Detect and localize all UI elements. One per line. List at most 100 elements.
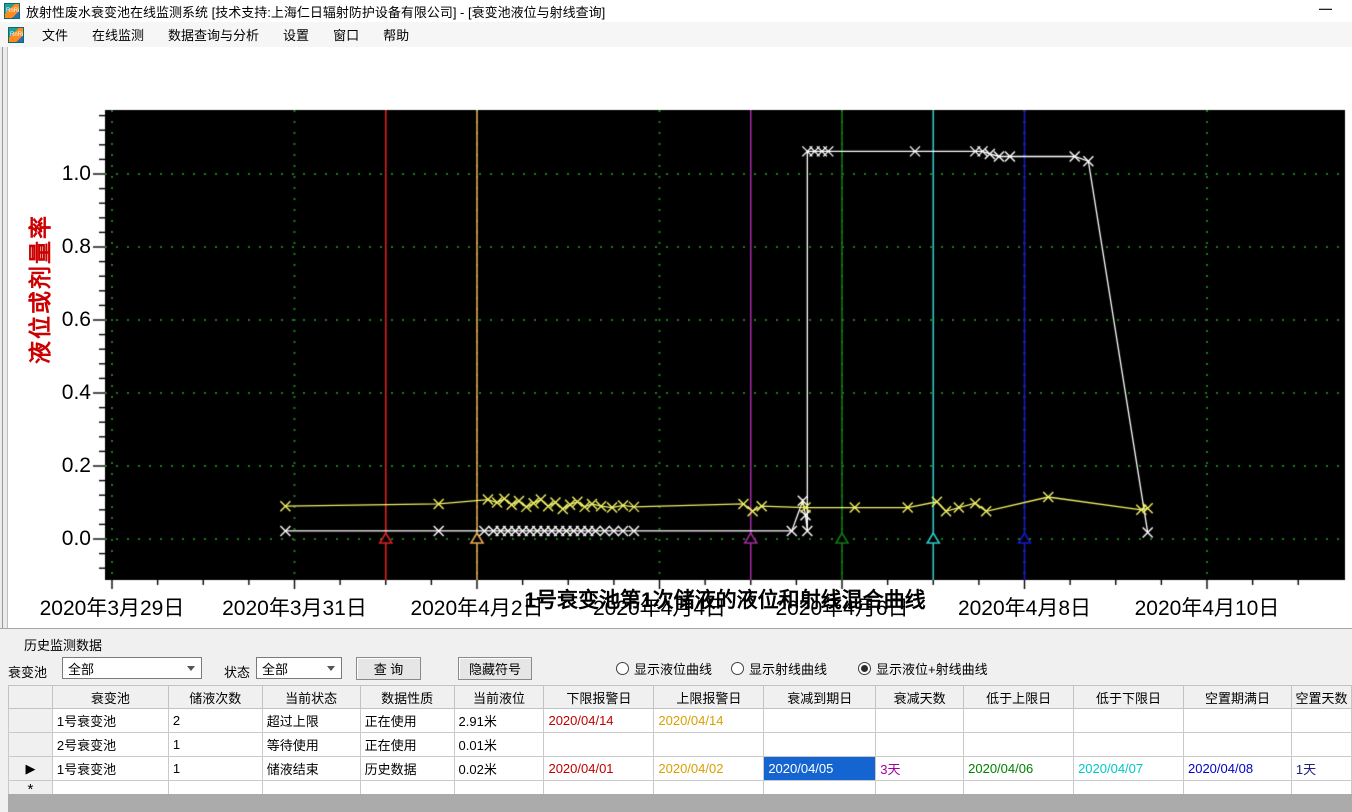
radio-label: 显示液位+射线曲线 <box>876 662 988 677</box>
x-tick-label: 2020年3月31日 <box>222 597 367 620</box>
table-cell[interactable]: 1天 <box>1290 756 1352 781</box>
table-cell[interactable] <box>875 732 965 757</box>
table-cell[interactable]: 0.02米 <box>453 756 545 781</box>
status-filter-select[interactable]: 全部 <box>256 657 342 679</box>
column-header-下限报警日[interactable]: 下限报警日 <box>543 685 655 709</box>
radio-label: 显示射线曲线 <box>749 662 828 677</box>
row-selector[interactable] <box>8 708 53 733</box>
table-cell[interactable]: 1号衰变池 <box>51 756 169 781</box>
table-cell[interactable]: 1 <box>167 732 263 757</box>
table-cell[interactable]: 2020/04/01 <box>543 756 655 781</box>
menu-item-0[interactable]: 文件 <box>30 21 80 48</box>
column-header-衰减天数[interactable]: 衰减天数 <box>875 685 965 709</box>
column-header-空置天数[interactable]: 空置天数 <box>1290 685 1352 709</box>
table-cell[interactable]: 2.91米 <box>453 708 545 733</box>
table-cell[interactable]: 2020/04/14 <box>543 708 655 733</box>
table-cell[interactable] <box>1182 708 1292 733</box>
radio-display-mode-2[interactable]: 显示液位+射线曲线 <box>858 659 988 678</box>
chevron-down-icon <box>187 666 195 671</box>
menu-item-5[interactable]: 帮助 <box>371 21 421 48</box>
column-header-数据性质[interactable]: 数据性质 <box>359 685 455 709</box>
y-tick-label: 0.0 <box>61 527 91 550</box>
chart-title: 1号衰变池第1次储液的液位和射线混合曲线 <box>524 589 926 612</box>
table-cell[interactable] <box>1073 708 1184 733</box>
table-cell[interactable] <box>763 732 877 757</box>
pool-filter-label: 衰变池 <box>8 665 48 680</box>
menu-item-4[interactable]: 窗口 <box>321 21 371 48</box>
menu-bar: 文件在线监测数据查询与分析设置窗口帮助 <box>0 22 1352 48</box>
table-cell[interactable]: 3天 <box>875 756 965 781</box>
y-tick-label: 1.0 <box>61 162 91 185</box>
table-cell[interactable] <box>1182 732 1292 757</box>
column-header-衰减到期日[interactable]: 衰减到期日 <box>763 685 877 709</box>
y-tick-label: 0.2 <box>61 454 91 477</box>
pool-filter-value: 全部 <box>68 661 95 677</box>
column-header-低于下限日[interactable]: 低于下限日 <box>1073 685 1184 709</box>
radio-display-mode-0[interactable]: 显示液位曲线 <box>616 659 712 678</box>
column-header-selector[interactable] <box>8 685 53 709</box>
column-header-当前状态[interactable]: 当前状态 <box>261 685 361 709</box>
table-cell[interactable]: 2020/04/14 <box>653 708 765 733</box>
query-button[interactable]: 查 询 <box>356 657 421 680</box>
hide-symbols-button[interactable]: 隐藏符号 <box>458 657 532 680</box>
radio-checked-icon <box>858 662 871 675</box>
column-header-低于上限日[interactable]: 低于上限日 <box>963 685 1075 709</box>
radio-display-mode-1[interactable]: 显示射线曲线 <box>731 659 827 678</box>
y-tick-label: 0.8 <box>61 235 91 258</box>
table-cell[interactable] <box>763 708 877 733</box>
status-filter-value: 全部 <box>262 661 289 677</box>
menu-item-2[interactable]: 数据查询与分析 <box>156 21 271 48</box>
menu-item-1[interactable]: 在线监测 <box>80 21 156 48</box>
table-cell[interactable]: 2号衰变池 <box>51 732 169 757</box>
table-cell[interactable] <box>653 732 765 757</box>
y-axis-label: 液位或剂量率 <box>27 214 53 364</box>
table-cell[interactable] <box>543 732 655 757</box>
mdi-child-icon <box>8 26 24 43</box>
table-cell[interactable] <box>963 708 1075 733</box>
table-cell[interactable] <box>875 708 965 733</box>
title-bar: 放射性废水衰变池在线监测系统 [技术支持:上海仁日辐射防护设备有限公司] - [… <box>0 0 1352 23</box>
column-header-上限报警日[interactable]: 上限报警日 <box>653 685 765 709</box>
table-cell[interactable]: 2 <box>167 708 263 733</box>
row-selector[interactable] <box>8 732 53 757</box>
app-icon <box>4 3 20 19</box>
table-bottom-scroll-area[interactable] <box>8 794 1352 812</box>
chevron-down-icon <box>327 666 335 671</box>
table-cell[interactable]: 历史数据 <box>359 756 455 781</box>
table-cell[interactable]: 2020/04/06 <box>963 756 1075 781</box>
table-cell[interactable]: 2020/04/05 <box>763 756 877 781</box>
current-row-indicator[interactable]: ▶ <box>8 756 53 781</box>
table-cell[interactable]: 正在使用 <box>359 732 455 757</box>
table-cell[interactable] <box>963 732 1075 757</box>
column-header-当前液位[interactable]: 当前液位 <box>453 685 545 709</box>
table-cell[interactable] <box>1290 732 1352 757</box>
history-table: 衰变池 储液次数 当前状态 数据性质 当前液位 下限报警日 上限报警日 衰减到期日 衰减天数 低于… <box>8 685 1352 799</box>
table-cell[interactable]: 等待使用 <box>261 732 361 757</box>
table-cell[interactable]: 储液结束 <box>261 756 361 781</box>
table-cell[interactable]: 2020/04/08 <box>1182 756 1292 781</box>
y-tick-label: 0.4 <box>61 381 91 404</box>
x-tick-label: 2020年3月29日 <box>39 597 185 620</box>
table-cell[interactable]: 1号衰变池 <box>51 708 169 733</box>
minimize-icon[interactable]: — <box>1319 1 1332 16</box>
table-cell[interactable] <box>1073 732 1184 757</box>
column-header-衰变池[interactable]: 衰变池 <box>51 685 169 709</box>
radio-label: 显示液位曲线 <box>634 662 713 677</box>
table-cell[interactable]: 2020/04/07 <box>1073 756 1184 781</box>
table-cell[interactable]: 超过上限 <box>261 708 361 733</box>
history-panel-title: 历史监测数据 <box>24 638 103 653</box>
status-filter-label: 状态 <box>224 665 251 680</box>
menu-item-3[interactable]: 设置 <box>271 21 321 48</box>
column-header-储液次数[interactable]: 储液次数 <box>167 685 263 709</box>
table-cell[interactable] <box>1290 708 1352 733</box>
pool-filter-select[interactable]: 全部 <box>62 657 202 679</box>
table-cell[interactable]: 1 <box>167 756 263 781</box>
y-tick-label: 0.6 <box>61 308 91 331</box>
table-cell[interactable]: 2020/04/02 <box>653 756 765 781</box>
table-cell[interactable]: 0.01米 <box>453 732 545 757</box>
chart-panel: 液位或剂量率 0.0 0.2 0.4 0.6 0.8 1.0 2020年3月29日 2020… <box>0 47 1352 675</box>
column-header-空置期满日[interactable]: 空置期满日 <box>1182 685 1292 709</box>
window-title: 放射性废水衰变池在线监测系统 [技术支持:上海仁日辐射防护设备有限公司] - [… <box>26 4 606 20</box>
radio-unchecked-icon <box>731 662 744 675</box>
table-cell[interactable]: 正在使用 <box>359 708 455 733</box>
